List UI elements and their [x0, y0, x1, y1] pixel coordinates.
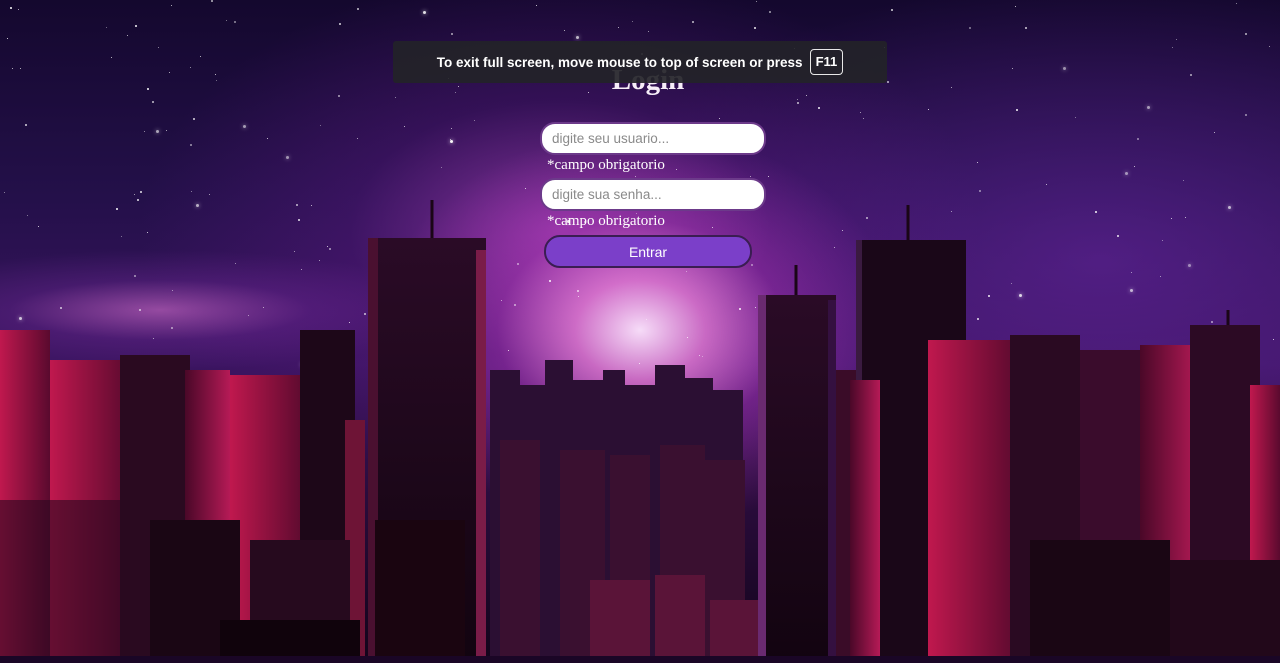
bottom-edge — [0, 656, 1280, 663]
f11-key-badge: F11 — [809, 49, 844, 75]
username-input[interactable] — [540, 122, 766, 155]
login-submit-button[interactable]: Entrar — [544, 235, 752, 268]
background-scene: To exit full screen, move mouse to top o… — [0, 0, 1280, 663]
fullscreen-notice-text: To exit full screen, move mouse to top o… — [436, 54, 803, 70]
password-required-label: *campo obrigatorio — [547, 213, 665, 229]
username-required-label: *campo obrigatorio — [547, 157, 665, 173]
fullscreen-notice: To exit full screen, move mouse to top o… — [393, 41, 887, 83]
password-input[interactable] — [540, 178, 766, 211]
foreground-stars — [0, 0, 1280, 663]
